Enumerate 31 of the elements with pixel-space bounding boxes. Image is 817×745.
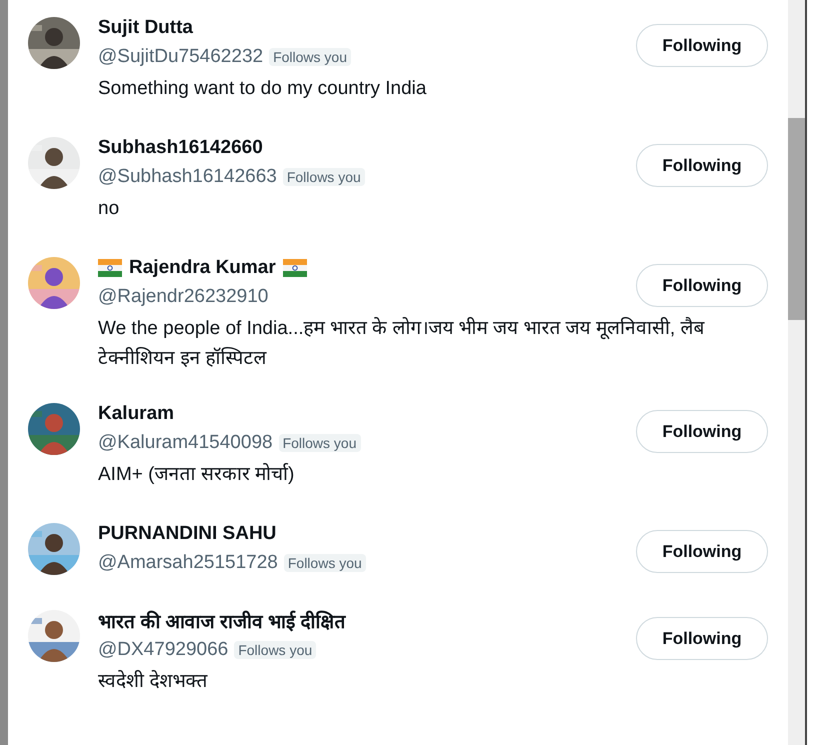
user-name[interactable]: Kaluram <box>98 403 174 425</box>
user-bio: Something want to do my country India <box>98 77 428 101</box>
user-name[interactable]: PURNANDINI SAHU <box>98 523 276 545</box>
follows-you-label: Follows you <box>269 48 351 66</box>
user-handle[interactable]: @SujitDu75462232 <box>98 46 264 68</box>
follows-you-label: Follows you <box>282 168 365 186</box>
user-handle[interactable]: @DX47929066 <box>98 639 228 661</box>
user-handle[interactable]: @Amarsah25151728 <box>98 552 278 574</box>
user-handle[interactable]: @Subhash16142663 <box>98 166 277 188</box>
user-name[interactable]: Subhash16142660 <box>98 137 263 159</box>
flag-icon <box>282 259 307 277</box>
user-name[interactable]: भारत की आवाज राजीव भाई दीक्षित <box>98 608 346 634</box>
user-bio: We the people of India...हम भारत के लोग।जय भीम जय भारत जय मूलनिवासी, लैब टेक्नीशियन इन हॉस्पिटल <box>98 316 706 371</box>
follows-you-label: Follows you <box>284 554 366 572</box>
following-button[interactable]: Following <box>636 264 768 307</box>
user-handle[interactable]: @Rajendr26232910 <box>98 286 268 308</box>
following-button[interactable]: Following <box>636 144 768 187</box>
user-bio: AIM+ (जनता सरकार मोर्चा) <box>98 462 296 487</box>
user-handle[interactable]: @Kaluram41540098 <box>98 432 273 454</box>
scrollbar-thumb[interactable] <box>788 118 805 320</box>
follows-you-label: Follows you <box>234 641 316 659</box>
following-button[interactable]: Following <box>636 410 768 453</box>
following-button[interactable]: Following <box>636 617 768 660</box>
scrollbar[interactable] <box>788 0 805 745</box>
following-button[interactable]: Following <box>636 530 768 573</box>
user-name[interactable]: Rajendra Kumar <box>129 257 276 279</box>
follows-you-label: Follows you <box>278 434 360 452</box>
user-bio: no <box>98 197 120 221</box>
user-name[interactable]: Sujit Dutta <box>98 17 193 39</box>
following-button[interactable]: Following <box>636 24 768 67</box>
user-bio: स्वदेशी देशभक्त <box>98 669 209 694</box>
